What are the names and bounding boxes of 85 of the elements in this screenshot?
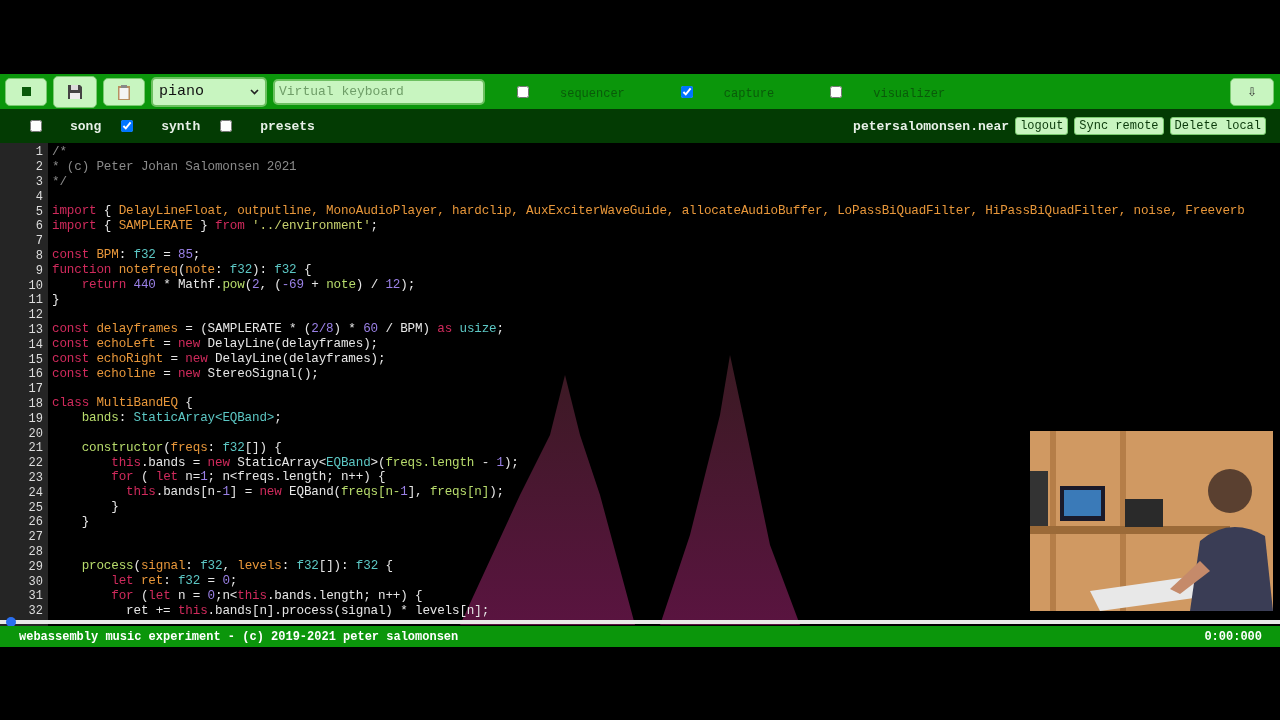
code-line: } <box>110 500 119 516</box>
checkbox[interactable] <box>517 85 529 98</box>
checkbox-label: visualizer <box>873 86 946 101</box>
code-line: const echoLeft = new DelayLine(delayframes); <box>52 337 378 353</box>
line-number: 14 <box>27 337 43 352</box>
code-line: ret += this.bands[n].process(signal) * levels[n]; <box>125 603 490 619</box>
code-line: process(signal: f32, levels: f32[]): f32 { <box>80 559 393 575</box>
line-number: 20 <box>27 426 43 441</box>
code-line: } <box>52 292 60 308</box>
download-button[interactable]: ⇩ <box>1230 77 1274 106</box>
code-line: import { SAMPLERATE } from '../environment'; <box>52 218 378 234</box>
code-line: for ( let n=1; n<freqs.length; n++) { <box>110 470 386 486</box>
code-line: let ret: f32 = 0; <box>110 574 238 589</box>
line-number: 2 <box>34 160 43 175</box>
line-number: 6 <box>34 219 43 234</box>
code-line: * (c) Peter Johan Salomonsen 2021 <box>52 159 297 175</box>
code-line: class MultiBandEQ { <box>52 396 193 412</box>
code-line: } <box>80 514 90 530</box>
line-number: 8 <box>34 248 43 263</box>
clipboard-icon <box>117 83 131 100</box>
code-line: function notefreq(note: f32): f32 { <box>52 263 312 279</box>
code-line: const delayframes = (SAMPLERATE * (2/8) * 60 / BPM) as usize; <box>52 322 504 338</box>
line-number: 16 <box>27 367 43 382</box>
line-number: 15 <box>27 352 43 367</box>
checkbox[interactable] <box>680 85 693 98</box>
instrument-select[interactable]: piano <box>151 76 267 107</box>
code-line: for (let n = 0;n<this.bands.length; n++) { <box>110 588 423 604</box>
line-number: 7 <box>34 234 43 249</box>
line-number: 13 <box>27 322 43 337</box>
status-text: webassembly music experiment - (c) 2019-2021 peter salomonsen <box>19 629 459 644</box>
code-line: const echoline = new StereoSignal(); <box>52 366 319 382</box>
checkbox-label: presets <box>260 118 315 134</box>
checkbox-label: song <box>70 118 102 134</box>
code-line: this.bands[n-1] = new EQBand(freqs[n-1], freqs[n]); <box>125 485 504 501</box>
account-button[interactable]: logout <box>1015 117 1069 135</box>
checkbox-label: capture <box>723 86 775 101</box>
checkbox[interactable] <box>220 120 233 132</box>
checkbox[interactable] <box>121 120 134 132</box>
line-number: 3 <box>34 175 43 189</box>
video-progress-track[interactable] <box>0 620 1280 624</box>
line-number: 11 <box>27 293 43 308</box>
line-number: 18 <box>27 396 43 411</box>
clipboard-button[interactable] <box>103 77 145 106</box>
line-number: 23 <box>27 470 43 485</box>
line-number: 12 <box>27 308 43 323</box>
stop-icon <box>21 87 31 96</box>
save-button[interactable] <box>53 75 97 108</box>
account-button[interactable]: Sync remote <box>1074 117 1164 135</box>
chevron-icon <box>250 88 259 95</box>
code-line: bands: StaticArray<EQBand>; <box>80 411 282 427</box>
line-number: 17 <box>27 382 43 397</box>
code-line: constructor(freqs: f32[]) { <box>80 440 282 456</box>
code-line: */ <box>52 174 67 190</box>
playback-time: 0:00:000 <box>1204 629 1262 644</box>
checkbox[interactable] <box>830 85 843 98</box>
line-number: 19 <box>27 411 43 426</box>
code-line: /* <box>52 144 67 160</box>
line-number: 28 <box>27 544 43 559</box>
line-number: 24 <box>27 485 43 500</box>
line-number: 29 <box>27 559 43 574</box>
line-number: 30 <box>27 574 43 589</box>
line-number: 31 <box>27 589 43 604</box>
virtual-keyboard-field[interactable]: Virtual keyboard <box>273 78 485 105</box>
line-number: 26 <box>27 515 43 530</box>
line-number: 10 <box>27 278 43 293</box>
checkbox[interactable] <box>30 120 42 132</box>
line-number: 32 <box>27 604 43 619</box>
line-number: 25 <box>27 500 43 515</box>
line-number: 4 <box>34 189 43 204</box>
account-name: petersalomonsen.near <box>853 118 1010 134</box>
line-number: 27 <box>27 530 43 545</box>
line-number: 22 <box>27 456 43 471</box>
checkbox-label: synth <box>161 118 201 134</box>
code-line: const BPM: f32 = 85; <box>52 248 201 264</box>
account-button[interactable]: Delete local <box>1169 117 1266 135</box>
code-line: import { DelayLineFloat, outputline, MonoAudioPlayer, hardclip, AuxExciterWaveGuide, allocateAudioBuffer, LoPassBiQuadFilter, HiPassBiQuadFilter, noise, Freeverb <box>52 204 1245 220</box>
checkbox-label: sequencer <box>560 86 625 101</box>
code-line: const echoRight = new DelayLine(delayframes); <box>52 352 386 368</box>
code-line: this.bands = new StaticArray<EQBand>(freqs.length - 1); <box>110 455 519 471</box>
line-number: 9 <box>34 263 43 278</box>
line-number: 21 <box>27 441 43 456</box>
stop-button[interactable] <box>5 77 47 106</box>
line-number: 1 <box>34 145 43 160</box>
code-line: return 440 * Mathf.pow(2, (-69 + note) / 12); <box>80 278 416 294</box>
line-number: 5 <box>34 204 43 219</box>
